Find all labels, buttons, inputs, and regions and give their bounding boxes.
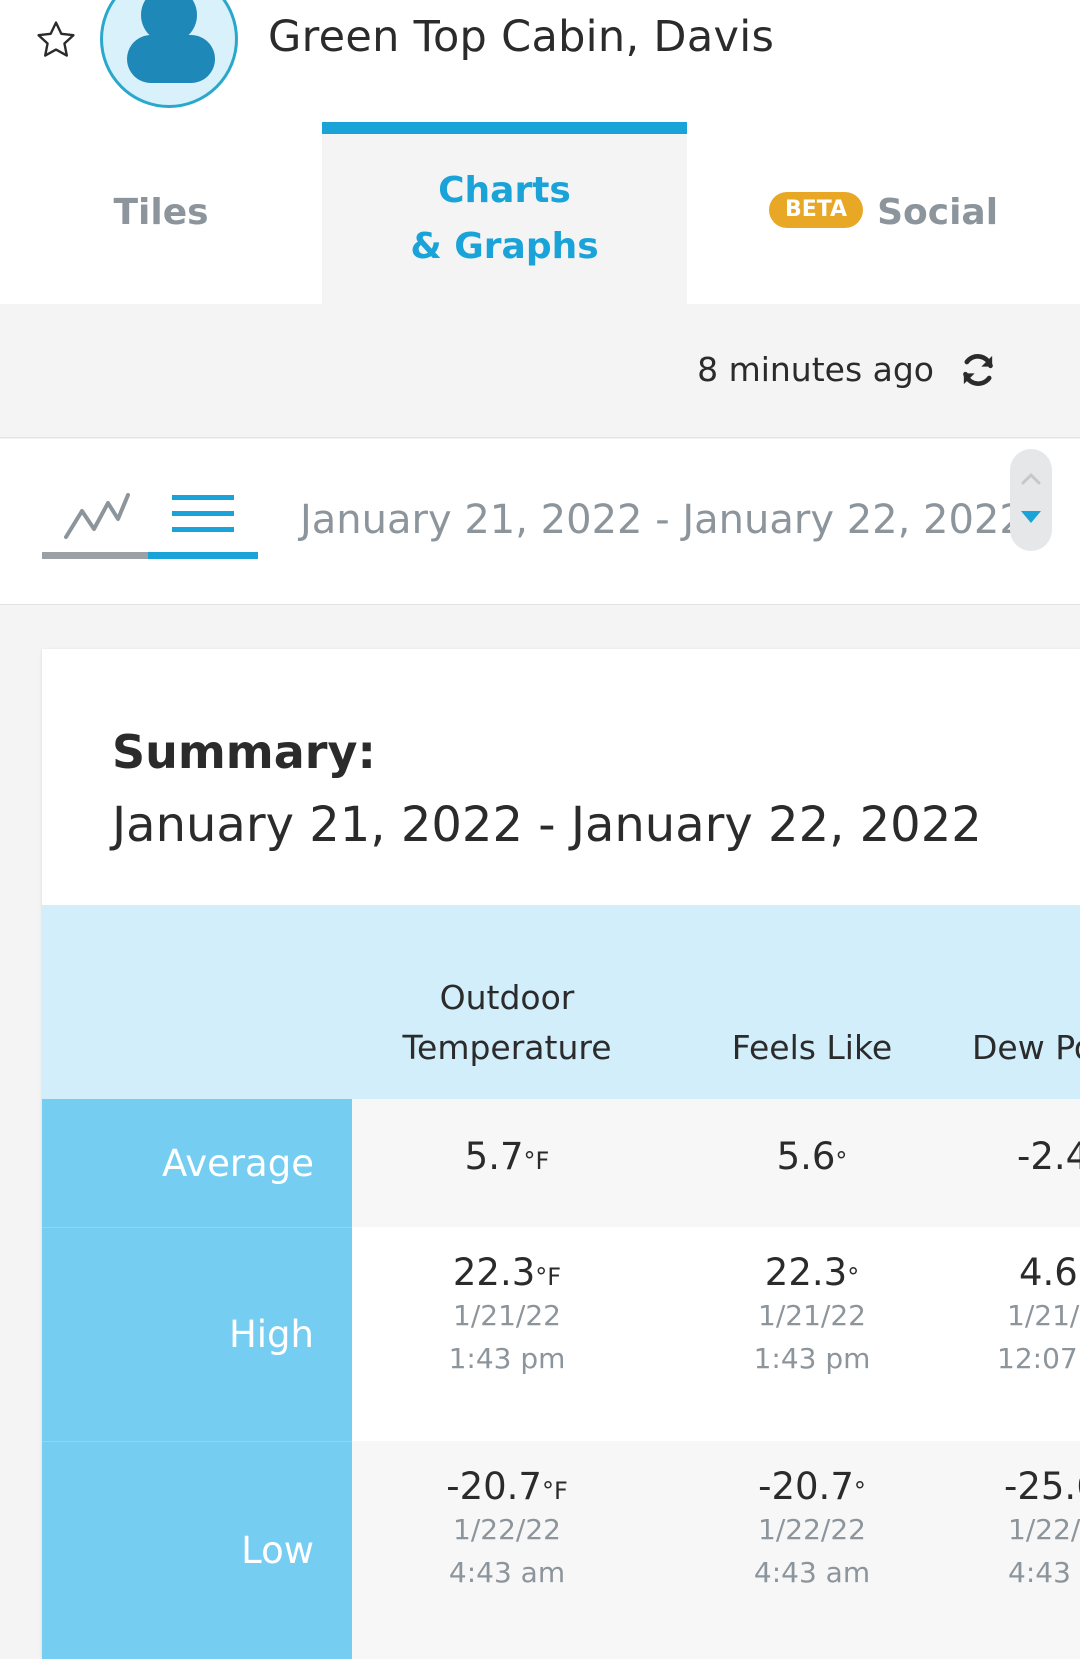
list-icon <box>172 495 234 532</box>
row-label-high: High <box>42 1227 352 1441</box>
avatar-icon[interactable] <box>100 0 238 108</box>
summary-card: Summary: January 21, 2022 - January 22, … <box>42 649 1080 1659</box>
tab-bar: Tiles Charts & Graphs BETA Social <box>0 122 1080 304</box>
table-cell: 4.6° 1/21/2 12:07 a <box>997 1251 1080 1375</box>
view-toolbar: January 21, 2022 - January 22, 2022 <box>0 439 1080 605</box>
tab-tiles[interactable]: Tiles <box>0 122 322 304</box>
update-status-bar: 8 minutes ago <box>0 304 1080 438</box>
table-cell: 22.3°F 1/21/22 1:43 pm <box>448 1251 566 1375</box>
refresh-icon[interactable] <box>958 348 998 392</box>
row-label-average: Average <box>42 1099 352 1227</box>
column-header-outdoor-temperature: Outdoor Temperature <box>402 978 612 1067</box>
column-header-feels-like: Feels Like <box>731 1028 893 1067</box>
station-header: Green Top Cabin, Davis <box>0 0 1080 122</box>
tab-charts-line2: & Graphs <box>410 226 599 267</box>
chevron-down-icon[interactable] <box>1010 501 1052 551</box>
tab-charts-line1: Charts <box>438 170 571 211</box>
tab-social[interactable]: BETA Social <box>687 122 1080 304</box>
summary-date-range: January 21, 2022 - January 22, 2022 <box>112 797 982 853</box>
summary-table-header: Outdoor Temperature Feels Like Dew Po <box>42 905 1080 1099</box>
beta-badge: BETA <box>768 192 864 228</box>
table-cell: 5.7°F <box>464 1135 550 1178</box>
tab-charts-graphs[interactable]: Charts & Graphs <box>322 122 687 304</box>
date-range-label[interactable]: January 21, 2022 - January 22, 2022 <box>300 497 1025 543</box>
date-stepper[interactable] <box>1010 449 1052 551</box>
table-cell: 5.6° <box>776 1135 848 1178</box>
row-label-low: Low <box>42 1441 352 1659</box>
summary-title: Summary: <box>112 725 376 779</box>
station-name: Green Top Cabin, Davis <box>268 12 775 62</box>
chevron-up-icon[interactable] <box>1010 449 1052 499</box>
chart-view-button[interactable] <box>42 479 148 559</box>
table-cell: -20.7°F 1/22/22 4:43 am <box>446 1465 568 1589</box>
list-view-button[interactable] <box>148 479 258 559</box>
table-cell: -25.6 1/22/2 4:43 a <box>1004 1465 1080 1589</box>
table-cell: -2.4 <box>1017 1135 1080 1178</box>
line-chart-icon <box>64 493 130 539</box>
last-updated-text: 8 minutes ago <box>697 350 934 389</box>
column-header-dew-point: Dew Po <box>972 1028 1080 1067</box>
table-cell: -20.7° 1/22/22 4:43 am <box>753 1465 871 1589</box>
star-icon[interactable] <box>34 18 78 62</box>
table-cell: 22.3° 1/21/22 1:43 pm <box>753 1251 871 1375</box>
